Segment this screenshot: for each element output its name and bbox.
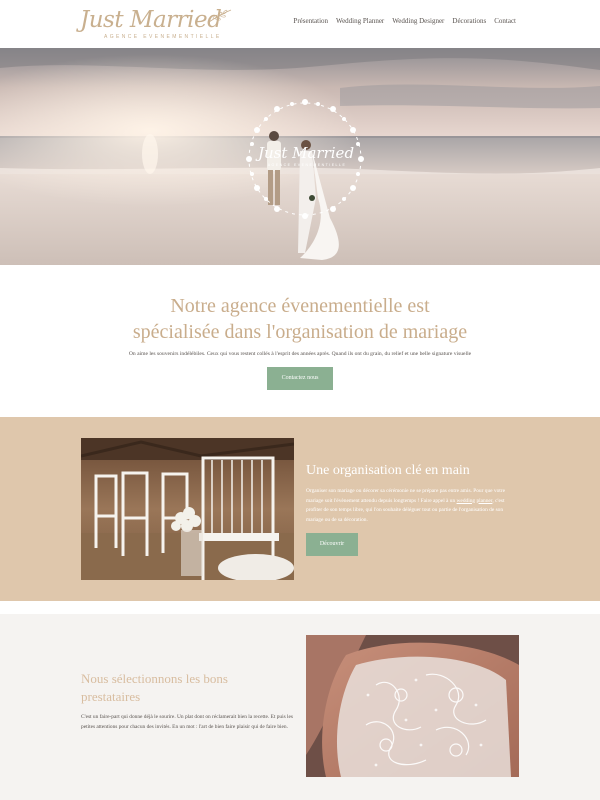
site-header: Just Married AGENCE EVENEMENTIELLE Prése… [0,0,600,48]
contact-button[interactable]: Contactez nous [267,367,333,390]
hero-logo-subtitle: AGENCE EVENEMENTIELLE [267,163,347,167]
discover-button[interactable]: Découvrir [306,533,358,556]
turnkey-text: Organiser son mariage ou décorer sa céré… [306,487,518,525]
ceremony-chairs-image [81,438,294,580]
wedding-planner-link[interactable]: wedding planner [457,498,493,504]
site-logo[interactable]: Just Married AGENCE EVENEMENTIELLE [80,5,232,41]
nav-decorations[interactable]: Décorations [452,17,486,25]
leaf-branch-icon [208,9,232,23]
turnkey-section: Une organisation clé en main Organiser s… [0,417,600,601]
intro-title-line2: spécialisée dans l'organisation de maria… [132,321,468,343]
nav-presentation[interactable]: Présentation [293,17,328,25]
lace-dress-image [306,635,519,777]
providers-text: C'est un faire-part qui donne déjà le so… [81,714,294,730]
intro-text: On aime les souvenirs indélébiles. Ceux … [128,351,472,357]
hero-banner: Just Married AGENCE EVENEMENTIELLE [0,48,600,265]
nav-contact[interactable]: Contact [494,17,516,25]
turnkey-title: Une organisation clé en main [306,463,470,478]
providers-title: Nous sélectionnons les bons prestataires [81,671,228,704]
intro-title: Notre agence évenementielle est spéciali… [60,293,540,345]
intro-title-line1: Notre agence évenementielle est [170,295,430,317]
logo-text: Just Married [80,7,222,33]
nav-wedding-planner[interactable]: Wedding Planner [336,17,384,25]
nav-wedding-designer[interactable]: Wedding Designer [392,17,444,25]
logo-subtitle: AGENCE EVENEMENTIELLE [104,34,222,40]
main-nav: Présentation Wedding Planner Wedding Des… [293,17,516,25]
providers-section: Nous sélectionnons les bons prestataires… [0,614,600,800]
intro-section: Notre agence évenementielle est spéciali… [0,265,600,417]
hero-logo-title: Just Married [257,144,355,162]
